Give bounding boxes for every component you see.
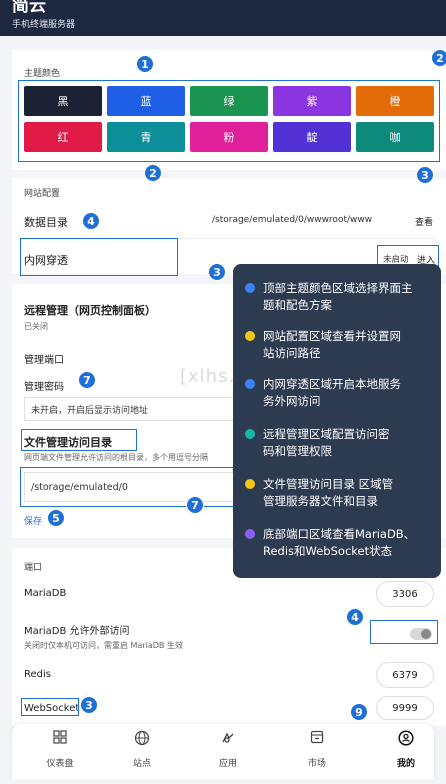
tooltip-item-text: 文件管理访问目录 区域管 管理服务器文件和目录 <box>263 477 394 508</box>
remote-status: 已关闭 <box>24 322 48 331</box>
nav-item-sites[interactable]: 站点 <box>112 730 172 769</box>
redis-port-field[interactable]: 6379 <box>376 662 434 688</box>
theme-color-grid: 黑 蓝 绿 紫 橙 红 青 粉 靛 咖 <box>24 86 436 156</box>
tooltip-dot-icon <box>245 529 255 539</box>
theme-swatch-cyan[interactable]: 青 <box>107 122 185 152</box>
nav-item-market[interactable]: 市场 <box>287 730 347 769</box>
password-label: 管理密码 <box>24 382 64 393</box>
dashboard-icon <box>30 730 90 750</box>
apps-icon <box>198 730 258 750</box>
theme-swatch-indigo[interactable]: 靛 <box>273 122 351 152</box>
tooltip-dot-icon <box>245 479 255 489</box>
theme-swatch-purple[interactable]: 紫 <box>273 86 351 116</box>
app-header: 简云 手机终端服务器 <box>0 0 446 36</box>
mariadb-ext-description: 关闭时仅本机可访问，需重启 MariaDB 生效 <box>24 641 183 650</box>
tooltip-item-text: 远程管理区域配置访问密 码和管理权限 <box>263 427 390 458</box>
nav-label: 站点 <box>132 759 151 769</box>
step-badge: 2 <box>431 49 446 67</box>
mariadb-ext-label: MariaDB 允许外部访问 <box>24 626 130 637</box>
tooltip-item-text: 网站配置区域查看并设置网 站访问路径 <box>263 329 401 360</box>
tooltip-dot-icon <box>245 331 255 341</box>
data-dir-view-link[interactable]: 查看 <box>415 215 433 228</box>
step-badge: 7 <box>78 371 96 389</box>
file-dir-title: 文件管理访问目录 <box>24 436 112 449</box>
theme-swatch-blue[interactable]: 蓝 <box>107 86 185 116</box>
market-icon <box>287 730 347 750</box>
redis-label: Redis <box>24 669 51 680</box>
step-badge: 4 <box>346 608 364 626</box>
nav-label: 仪表盘 <box>46 759 74 769</box>
tooltip-item-text: 内网穿透区域开启本地服务 务外网访问 <box>263 377 401 408</box>
data-dir-label: 数据目录 <box>24 216 68 229</box>
step-badge: 5 <box>47 509 65 527</box>
file-dir-description: 网页端文件管理允许访问的根目录，多个用逗号分隔 <box>24 453 208 462</box>
nav-label: 市场 <box>307 759 326 769</box>
app-name: 简云 <box>12 0 46 16</box>
nav-item-profile[interactable]: 我的 <box>376 730 436 769</box>
theme-swatch-green[interactable]: 绿 <box>190 86 268 116</box>
theme-swatch-orange[interactable]: 橙 <box>356 86 434 116</box>
theme-swatch-pink[interactable]: 粉 <box>190 122 268 152</box>
websocket-label: WebSocket <box>24 703 80 714</box>
nav-item-apps[interactable]: 应用 <box>198 730 258 769</box>
step-badge: 3 <box>80 696 98 714</box>
tooltip-dot-icon <box>245 379 255 389</box>
ports-section-label: 端口 <box>24 563 43 573</box>
step-badge: 1 <box>136 55 154 73</box>
step-badge: 3 <box>208 263 226 281</box>
nav-item-dashboard[interactable]: 仪表盘 <box>30 730 90 769</box>
tooltip-dot-icon <box>245 283 255 293</box>
profile-icon <box>376 730 436 750</box>
mariadb-port-field[interactable]: 3306 <box>376 581 434 607</box>
tooltip-dot-icon <box>245 429 255 439</box>
step-badge: 7 <box>186 496 204 514</box>
tooltip-item-text: 底部端口区域查看MariaDB、 Redis和WebSocket状态 <box>263 527 416 558</box>
mariadb-label: MariaDB <box>24 588 67 599</box>
step-badge: 3 <box>416 166 434 184</box>
theme-swatch-black[interactable]: 黑 <box>24 86 102 116</box>
divider <box>24 238 434 239</box>
theme-swatch-coffee[interactable]: 咖 <box>356 122 434 152</box>
theme-section-label: 主题颜色 <box>24 69 61 79</box>
site-config-section-label: 网站配置 <box>24 189 61 199</box>
app-subtitle: 手机终端服务器 <box>12 20 76 30</box>
tooltip-item-text: 顶部主题颜色区域选择界面主 题和配色方案 <box>263 281 413 312</box>
nav-label: 应用 <box>218 759 237 769</box>
save-link[interactable]: 保存 <box>24 514 42 527</box>
site-config-card <box>12 178 446 274</box>
step-badge: 2 <box>144 164 162 182</box>
bottom-nav: 仪表盘 站点 应用 市场 我的 <box>12 724 434 780</box>
remote-title: 远程管理（网页控制面板） <box>24 304 156 317</box>
port-label: 管理端口 <box>24 355 64 366</box>
step-badge: 4 <box>82 212 100 230</box>
mariadb-ext-toggle[interactable] <box>410 628 432 640</box>
step-badge: 9 <box>350 703 368 721</box>
data-dir-value: /storage/emulated/0/wwwroot/www <box>212 215 373 225</box>
theme-swatch-red[interactable]: 红 <box>24 122 102 152</box>
feature-tooltip: 顶部主题颜色区域选择界面主 题和配色方案 网站配置区域查看并设置网 站访问路径 … <box>233 264 441 578</box>
intranet-label: 内网穿透 <box>24 254 68 267</box>
nav-label: 我的 <box>396 759 415 769</box>
globe-icon <box>112 730 172 750</box>
websocket-port-field[interactable]: 9999 <box>376 696 434 720</box>
